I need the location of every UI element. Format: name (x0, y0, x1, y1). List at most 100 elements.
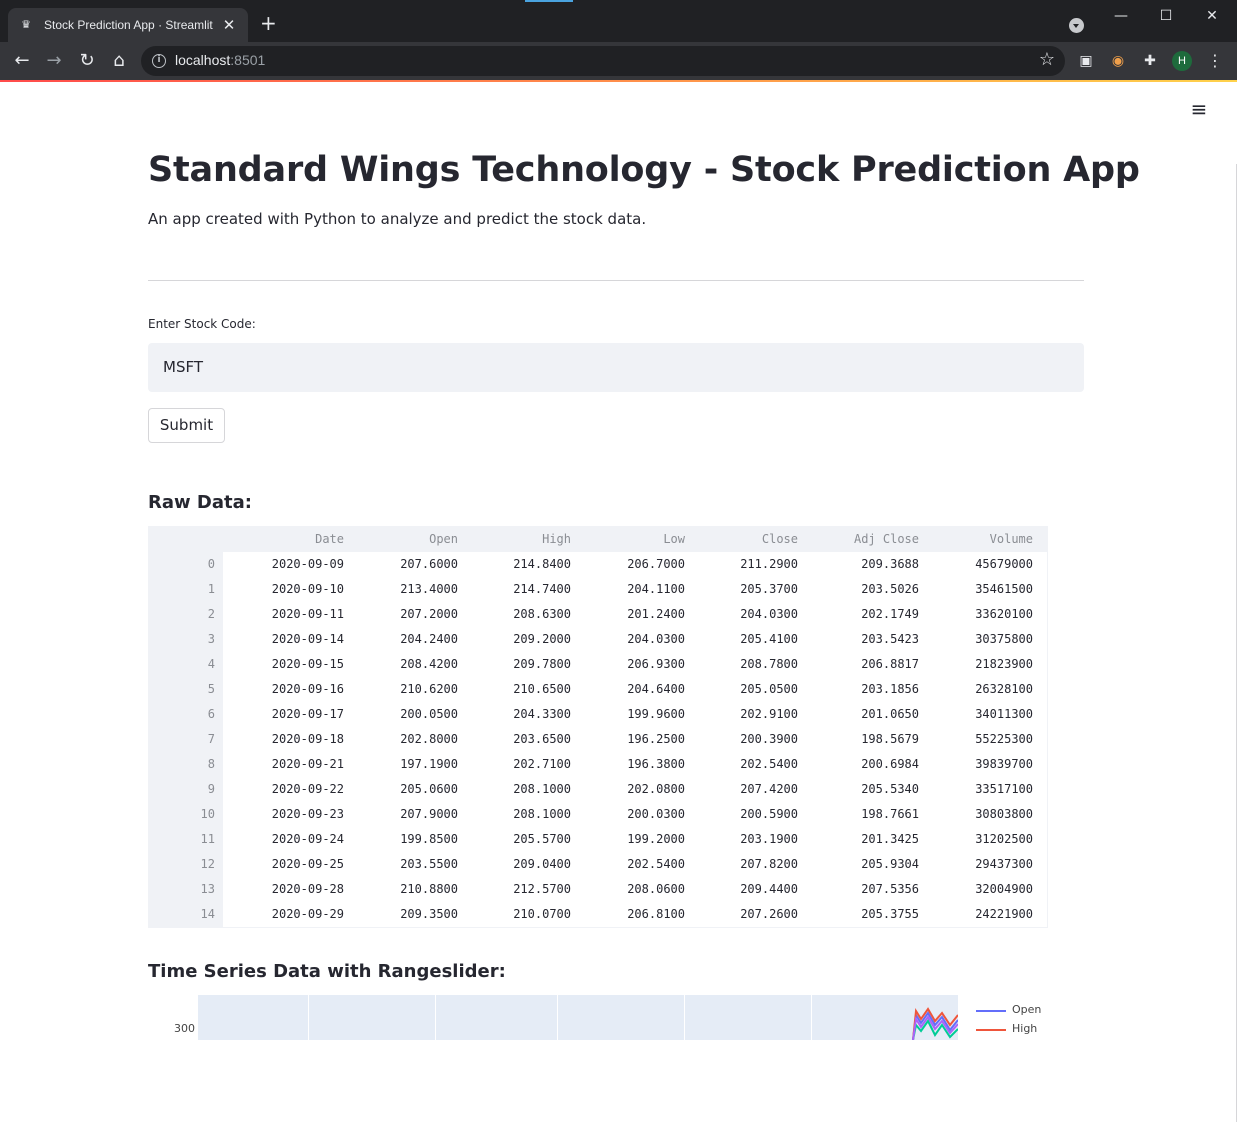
table-cell: 202.7100 (513, 757, 571, 771)
table-cell: 2020-09-10 (271, 582, 344, 596)
table-cell: 196.2500 (627, 732, 685, 746)
table-cell: 205.3700 (740, 582, 798, 596)
table-cell: 199.9600 (627, 707, 685, 721)
table-row-index: 12 (200, 857, 215, 871)
y-tick-label: 300 (174, 1022, 195, 1035)
table-cell: 208.1000 (513, 782, 571, 796)
table-cell: 33620100 (975, 607, 1033, 621)
tab-close-icon[interactable]: ✕ (220, 16, 238, 34)
menu-dots-icon[interactable]: ⋮ (1205, 51, 1225, 71)
table-cell: 207.2000 (400, 607, 458, 621)
table-cell: 199.8500 (400, 832, 458, 846)
page-title: Standard Wings Technology - Stock Predic… (148, 150, 1140, 190)
table-row-index: 11 (200, 832, 215, 846)
table-cell: 2020-09-23 (271, 807, 344, 821)
table-cell: 203.5500 (400, 857, 458, 871)
table-row-index: 7 (207, 732, 215, 746)
stock-code-label: Enter Stock Code: (148, 317, 256, 331)
table-cell: 206.9300 (627, 657, 685, 671)
timeseries-chart[interactable] (198, 995, 958, 1040)
puzzle-icon[interactable]: ✚ (1140, 51, 1160, 71)
table-cell: 21823900 (975, 657, 1033, 671)
table-cell: 2020-09-17 (271, 707, 344, 721)
table-cell: 214.8400 (513, 557, 571, 571)
table-column-header[interactable]: Adj Close (819, 527, 919, 552)
table-cell: 208.7800 (740, 657, 798, 671)
table-cell: 2020-09-25 (271, 857, 344, 871)
table-column-header[interactable]: Date (234, 527, 344, 552)
address-bar[interactable]: i localhost:8501 ☆ (141, 46, 1065, 76)
url-text: localhost:8501 (175, 52, 265, 68)
submit-button[interactable]: Submit (148, 408, 225, 443)
table-cell: 200.0300 (627, 807, 685, 821)
table-cell: 2020-09-18 (271, 732, 344, 746)
table-row-index: 5 (207, 682, 215, 696)
table-cell: 209.4400 (740, 882, 798, 896)
maximize-icon[interactable]: ☐ (1151, 6, 1181, 26)
table-cell: 209.2000 (513, 632, 571, 646)
extension-icon[interactable]: ◉ (1108, 51, 1128, 71)
table-cell: 205.5340 (861, 782, 919, 796)
table-cell: 31202500 (975, 832, 1033, 846)
back-arrow-icon[interactable]: ← (10, 49, 34, 73)
table-cell: 205.4100 (740, 632, 798, 646)
table-column-header[interactable]: High (471, 527, 571, 552)
table-cell: 203.6500 (513, 732, 571, 746)
table-cell: 213.4000 (400, 582, 458, 596)
table-cell: 35461500 (975, 582, 1033, 596)
table-cell: 26328100 (975, 682, 1033, 696)
divider (148, 280, 1084, 281)
home-icon[interactable]: ⌂ (107, 49, 131, 73)
table-cell: 210.6500 (513, 682, 571, 696)
table-cell: 196.3800 (627, 757, 685, 771)
table-cell: 202.5400 (627, 857, 685, 871)
table-cell: 207.4200 (740, 782, 798, 796)
stock-code-input[interactable]: MSFT (148, 343, 1084, 392)
raw-data-table[interactable]: Date Open High Low Close Adj Close Volume 0 2020… (148, 526, 1048, 928)
table-column-header[interactable]: Close (698, 527, 798, 552)
table-cell: 203.1900 (740, 832, 798, 846)
table-cell: 2020-09-16 (271, 682, 344, 696)
table-cell: 29437300 (975, 857, 1033, 871)
star-icon[interactable]: ☆ (1039, 49, 1055, 70)
chart-lines-svg (912, 1007, 958, 1040)
table-cell: 207.5356 (861, 882, 919, 896)
reload-icon[interactable]: ↻ (75, 49, 99, 73)
streamlit-favicon-icon: ♛ (21, 18, 31, 31)
minimize-icon[interactable]: — (1106, 6, 1136, 26)
table-cell: 203.5423 (861, 632, 919, 646)
table-cell: 205.0500 (740, 682, 798, 696)
table-cell: 205.3755 (861, 907, 919, 921)
table-row-index: 3 (207, 632, 215, 646)
info-icon[interactable]: i (152, 54, 166, 68)
table-cell: 207.2600 (740, 907, 798, 921)
table-cell: 2020-09-24 (271, 832, 344, 846)
profile-avatar[interactable]: H (1172, 51, 1192, 71)
tab-search-icon[interactable] (1069, 18, 1084, 33)
table-column-header[interactable]: Volume (933, 527, 1033, 552)
forward-arrow-icon[interactable]: → (42, 49, 66, 73)
table-row-index: 1 (207, 582, 215, 596)
new-tab-button[interactable]: + (260, 12, 277, 34)
reader-icon[interactable]: ▣ (1076, 51, 1096, 71)
table-cell: 204.6400 (627, 682, 685, 696)
hamburger-menu-icon[interactable]: ≡ (1190, 99, 1208, 119)
table-column-header[interactable]: Low (585, 527, 685, 552)
table-row-index: 10 (200, 807, 215, 821)
table-cell: 200.5900 (740, 807, 798, 821)
table-cell: 2020-09-22 (271, 782, 344, 796)
table-cell: 201.0650 (861, 707, 919, 721)
window-close-icon[interactable]: ✕ (1197, 6, 1227, 26)
legend-label: Open (1012, 1003, 1042, 1016)
table-cell: 207.9000 (400, 807, 458, 821)
browser-tab-active[interactable]: ♛ Stock Prediction App · Streamlit ✕ (8, 8, 248, 42)
table-cell: 206.8817 (861, 657, 919, 671)
table-cell: 209.0400 (513, 857, 571, 871)
table-cell: 208.1000 (513, 807, 571, 821)
table-cell: 2020-09-29 (271, 907, 344, 921)
table-row-index: 2 (207, 607, 215, 621)
table-cell: 198.7661 (861, 807, 919, 821)
table-cell: 209.3688 (861, 557, 919, 571)
streamlit-page: ≡ Standard Wings Technology - Stock Pred… (0, 82, 1237, 1122)
table-column-header[interactable]: Open (358, 527, 458, 552)
